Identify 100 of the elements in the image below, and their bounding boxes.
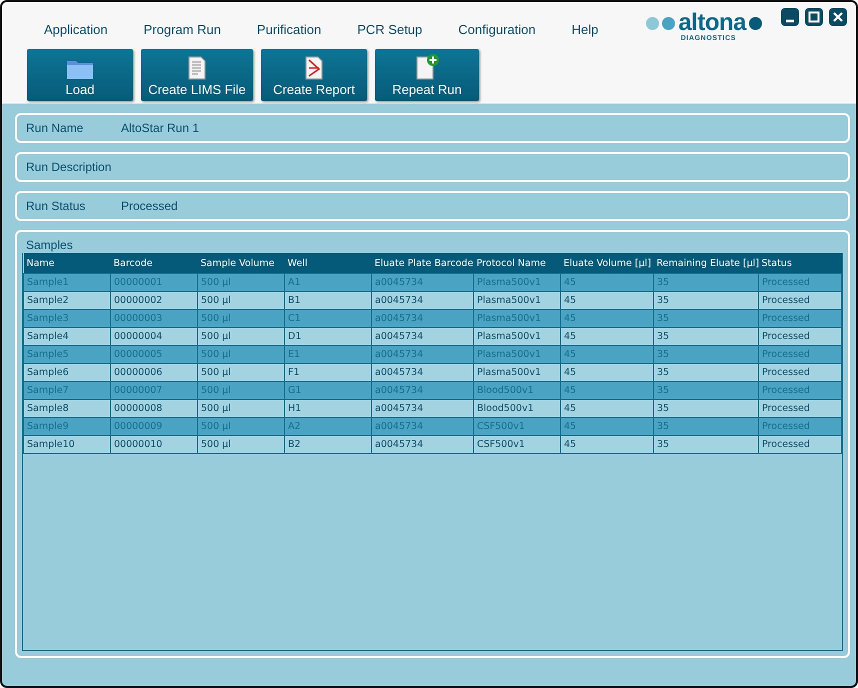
table-cell: 500 µl: [198, 436, 284, 454]
table-cell: Sample10: [24, 436, 110, 454]
toolbar-button[interactable]: Load: [27, 49, 133, 101]
table-cell: Processed: [758, 310, 842, 328]
table-cell: CSF500v1: [474, 418, 560, 436]
field-label: Run Name: [26, 121, 84, 135]
table-cell: C1: [284, 310, 372, 328]
table-cell: A2: [284, 418, 372, 436]
table-cell: 00000002: [110, 292, 198, 310]
table-cell: 45: [560, 310, 654, 328]
column-header[interactable]: Sample Volume: [198, 253, 284, 274]
table-cell: Sample6: [24, 364, 110, 382]
table-cell: 45: [560, 436, 654, 454]
table-cell: 35: [654, 346, 758, 364]
table-cell: Processed: [758, 436, 842, 454]
menu-item[interactable]: Purification: [238, 21, 340, 41]
table-cell: Processed: [758, 292, 842, 310]
table-cell: 35: [654, 274, 758, 292]
table-cell: B2: [284, 436, 372, 454]
table-cell: 35: [654, 436, 758, 454]
table-cell: E1: [284, 346, 372, 364]
table-cell: Sample7: [24, 382, 110, 400]
table-cell: 500 µl: [198, 328, 284, 346]
table-cell: 00000010: [110, 436, 198, 454]
table-cell: Plasma500v1: [474, 364, 560, 382]
table-cell: Processed: [758, 346, 842, 364]
table-cell: Processed: [758, 328, 842, 346]
table-cell: Processed: [758, 274, 842, 292]
column-header[interactable]: Remaining Eluate [µl]: [654, 253, 758, 274]
table-cell: Sample9: [24, 418, 110, 436]
table-cell: 35: [654, 418, 758, 436]
column-header[interactable]: Name: [24, 253, 110, 274]
toolbar-button[interactable]: Repeat Run: [375, 49, 479, 101]
table-cell: 35: [654, 310, 758, 328]
table-cell: a0045734: [372, 364, 474, 382]
table-cell: 500 µl: [198, 292, 284, 310]
table-cell: Processed: [758, 400, 842, 418]
table-cell: H1: [284, 400, 372, 418]
table-cell: 500 µl: [198, 274, 284, 292]
toolbar-button[interactable]: Create Report: [261, 49, 367, 101]
table-cell: 00000001: [110, 274, 198, 292]
table-cell: 45: [560, 418, 654, 436]
table-cell: 500 µl: [198, 400, 284, 418]
table-cell: Sample2: [24, 292, 110, 310]
table-cell: a0045734: [372, 400, 474, 418]
table-cell: Plasma500v1: [474, 346, 560, 364]
table-cell: 00000008: [110, 400, 198, 418]
column-header[interactable]: Well: [284, 253, 372, 274]
panel-title: Samples: [25, 238, 74, 253]
table-cell: D1: [284, 328, 372, 346]
column-header[interactable]: Status: [758, 253, 842, 274]
column-header[interactable]: Eluate Volume [µl]: [560, 253, 654, 274]
table-cell: 45: [560, 382, 654, 400]
table-cell: 35: [654, 364, 758, 382]
table-cell: Sample8: [24, 400, 110, 418]
table-cell: 500 µl: [198, 346, 284, 364]
table-cell: 35: [654, 328, 758, 346]
menu-item[interactable]: Configuration: [440, 21, 554, 41]
table-cell: 500 µl: [198, 310, 284, 328]
table-cell: 500 µl: [198, 382, 284, 400]
table-cell: 45: [560, 364, 654, 382]
table-cell: 45: [560, 328, 654, 346]
table-cell: Plasma500v1: [474, 292, 560, 310]
table-cell: 35: [654, 292, 758, 310]
column-header[interactable]: Eluate Plate Barcode: [372, 253, 474, 274]
table-cell: A1: [284, 274, 372, 292]
column-header[interactable]: Barcode: [110, 253, 198, 274]
table-cell: F1: [284, 364, 372, 382]
menu-item[interactable]: Application: [26, 21, 126, 41]
table-cell: Sample3: [24, 310, 110, 328]
table-cell: 35: [654, 382, 758, 400]
menu-item[interactable]: Help: [554, 21, 616, 41]
table-cell: Plasma500v1: [474, 274, 560, 292]
table-cell: 45: [560, 274, 654, 292]
table-cell: 00000003: [110, 310, 198, 328]
table-cell: 00000004: [110, 328, 198, 346]
column-header[interactable]: Protocol Name: [474, 253, 560, 274]
table-cell: a0045734: [372, 382, 474, 400]
table-cell: a0045734: [372, 310, 474, 328]
menu-item[interactable]: PCR Setup: [339, 21, 440, 41]
table-cell: a0045734: [372, 346, 474, 364]
table-cell: a0045734: [372, 436, 474, 454]
table-cell: Blood500v1: [474, 382, 560, 400]
folder-icon: [66, 58, 94, 80]
table-cell: Processed: [758, 382, 842, 400]
close-icon[interactable]: [828, 7, 848, 27]
table-cell: 00000007: [110, 382, 198, 400]
maximize-icon[interactable]: [804, 7, 824, 27]
field-value: Processed: [121, 199, 178, 213]
table-cell: a0045734: [372, 418, 474, 436]
toolbar-button[interactable]: Create LIMS File: [141, 49, 253, 101]
table-cell: Sample5: [24, 346, 110, 364]
menu-item[interactable]: Program Run: [126, 21, 239, 41]
table-cell: 00000005: [110, 346, 198, 364]
table-cell: CSF500v1: [474, 436, 560, 454]
table-cell: 45: [560, 292, 654, 310]
table-cell: a0045734: [372, 328, 474, 346]
table-cell: 00000009: [110, 418, 198, 436]
field-label: Run Status: [26, 199, 86, 213]
minimize-icon[interactable]: [780, 7, 800, 27]
